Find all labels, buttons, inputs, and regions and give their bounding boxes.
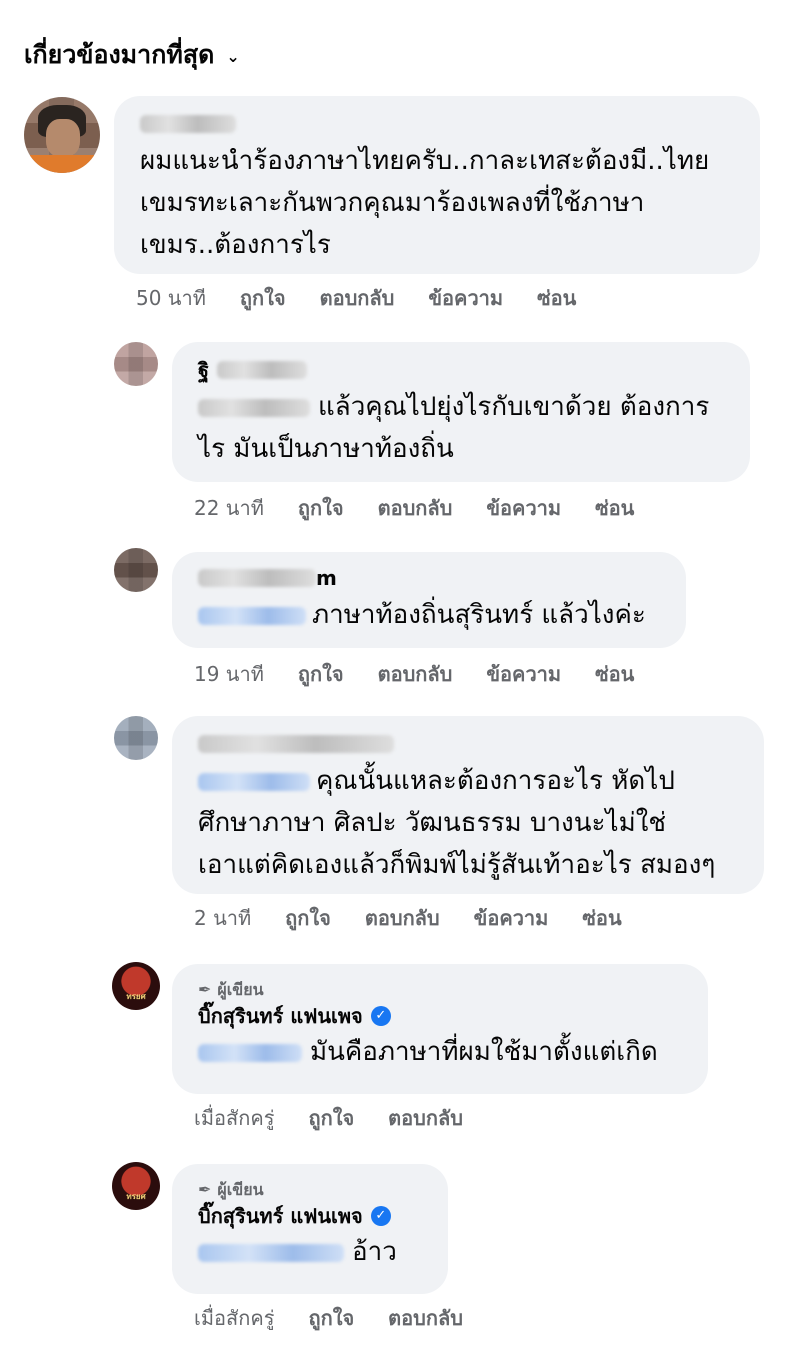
author-tag: ✒ ผู้เขียน	[198, 978, 686, 1002]
avatar[interactable]	[114, 342, 158, 386]
avatar[interactable]	[114, 716, 158, 760]
comment-body: มันคือภาษาที่ผมใช้มาตั้งแต่เกิด	[310, 1037, 658, 1067]
message-button[interactable]: ข้อความ	[486, 494, 561, 522]
commenter-name[interactable]	[198, 730, 742, 758]
comment-text: มันคือภาษาที่ผมใช้มาตั้งแต่เกิด	[198, 1032, 686, 1072]
reply-button[interactable]: ตอบกลับ	[365, 904, 440, 932]
comment-text: คุณนั้นแหละต้องการอะไร หัดไป ศึกษาภาษา ศ…	[198, 760, 742, 886]
commenter-name[interactable]: m	[198, 564, 664, 592]
comment-actions: 19 นาที ถูกใจ ตอบกลับ ข้อความ ซ่อน	[194, 660, 634, 688]
comment-time[interactable]: 22 นาที	[194, 494, 264, 522]
mention-link[interactable]	[198, 1043, 302, 1062]
avatar-label: ทรยศ	[126, 992, 146, 1001]
like-button[interactable]: ถูกใจ	[298, 494, 344, 522]
sort-label: เกี่ยวข้องมากที่สุด	[24, 40, 215, 69]
verified-badge-icon: ✓	[370, 1006, 391, 1026]
mention-link[interactable]	[198, 1243, 344, 1262]
comment-actions: 50 นาที ถูกใจ ตอบกลับ ข้อความ ซ่อน	[136, 284, 576, 312]
message-button[interactable]: ข้อความ	[428, 284, 503, 312]
comment-actions: เมื่อสักครู่ ถูกใจ ตอบกลับ	[194, 1304, 463, 1332]
reply-button[interactable]: ตอบกลับ	[378, 660, 453, 688]
comment-time[interactable]: 2 นาที	[194, 904, 251, 932]
comment-time[interactable]: เมื่อสักครู่	[194, 1104, 274, 1132]
hide-button[interactable]: ซ่อน	[582, 904, 621, 932]
comment-text: แล้วคุณไปยุ่งไรกับเขาด้วย ต้องการไร มันเ…	[198, 386, 728, 470]
comment-bubble: ฐิ แล้วคุณไปยุ่งไรกับเขาด้วย ต้องการไร ม…	[172, 342, 750, 482]
page-avatar[interactable]: ทรยศ	[112, 1162, 160, 1210]
author-tag: ✒ ผู้เขียน	[198, 1178, 426, 1202]
avatar[interactable]	[114, 548, 158, 592]
comment-bubble: ✒ ผู้เขียน บิ๊กสุรินทร์ แฟนเพจ ✓ มันคือภ…	[172, 964, 708, 1094]
avatar-label: ทรยศ	[126, 1192, 146, 1201]
comment-body-rest: ศึกษาภาษา ศิลปะ วัฒนธรรม บางนะไม่ใช่ เอา…	[198, 808, 716, 880]
author-tag-label: ผู้เขียน	[217, 980, 264, 999]
comment-actions: 22 นาที ถูกใจ ตอบกลับ ข้อความ ซ่อน	[194, 494, 634, 522]
commenter-name[interactable]: ฐิ	[198, 356, 728, 384]
author-tag-label: ผู้เขียน	[217, 1180, 264, 1199]
name-fragment: m	[316, 566, 337, 590]
like-button[interactable]: ถูกใจ	[308, 1104, 354, 1132]
like-button[interactable]: ถูกใจ	[240, 284, 286, 312]
pen-icon: ✒	[198, 1180, 212, 1199]
comment-body: ภาษาท้องถิ่นสุรินทร์ แล้วไงค่ะ	[312, 600, 646, 630]
mention-blurred[interactable]	[198, 398, 310, 417]
commenter-name[interactable]	[140, 110, 738, 138]
reply-button[interactable]: ตอบกลับ	[378, 494, 453, 522]
comment-time[interactable]: 50 นาที	[136, 284, 206, 312]
like-button[interactable]: ถูกใจ	[298, 660, 344, 688]
comment-bubble: m ภาษาท้องถิ่นสุรินทร์ แล้วไงค่ะ	[172, 552, 686, 648]
comment-time[interactable]: เมื่อสักครู่	[194, 1304, 274, 1332]
message-button[interactable]: ข้อความ	[486, 660, 561, 688]
page-name-text: บิ๊กสุรินทร์ แฟนเพจ	[198, 1004, 363, 1028]
mention-link[interactable]	[198, 772, 310, 791]
page-name[interactable]: บิ๊กสุรินทร์ แฟนเพจ ✓	[198, 1202, 426, 1230]
reply-button[interactable]: ตอบกลับ	[320, 284, 395, 312]
chevron-down-icon: ⌄	[226, 46, 240, 66]
comment-text: ภาษาท้องถิ่นสุรินทร์ แล้วไงค่ะ	[198, 594, 664, 636]
comment-body-line1: คุณนั้นแหละต้องการอะไร หัดไป	[316, 766, 675, 796]
verified-badge-icon: ✓	[370, 1206, 391, 1226]
comment-time[interactable]: 19 นาที	[194, 660, 264, 688]
mention-link[interactable]	[198, 606, 306, 625]
comment-bubble: ✒ ผู้เขียน บิ๊กสุรินทร์ แฟนเพจ ✓ อ้าว	[172, 1164, 448, 1294]
like-button[interactable]: ถูกใจ	[285, 904, 331, 932]
hide-button[interactable]: ซ่อน	[595, 660, 634, 688]
comment-text: อ้าว	[198, 1232, 426, 1272]
message-button[interactable]: ข้อความ	[474, 904, 549, 932]
hide-button[interactable]: ซ่อน	[537, 284, 576, 312]
comment-body: อ้าว	[352, 1237, 397, 1267]
like-button[interactable]: ถูกใจ	[308, 1304, 354, 1332]
comment-bubble: ผมแนะนำร้องภาษาไทยครับ..กาละเทสะต้องมี..…	[114, 96, 760, 274]
pen-icon: ✒	[198, 980, 212, 999]
comment-text: ผมแนะนำร้องภาษาไทยครับ..กาละเทสะต้องมี..…	[140, 146, 710, 260]
page-name[interactable]: บิ๊กสุรินทร์ แฟนเพจ ✓	[198, 1002, 686, 1030]
reply-button[interactable]: ตอบกลับ	[388, 1304, 463, 1332]
comment-actions: เมื่อสักครู่ ถูกใจ ตอบกลับ	[194, 1104, 463, 1132]
comment-actions: 2 นาที ถูกใจ ตอบกลับ ข้อความ ซ่อน	[194, 904, 622, 932]
reply-button[interactable]: ตอบกลับ	[388, 1104, 463, 1132]
comment-sort-dropdown[interactable]: เกี่ยวข้องมากที่สุด ⌄	[24, 36, 240, 74]
page-avatar[interactable]: ทรยศ	[112, 962, 160, 1010]
comment-bubble: คุณนั้นแหละต้องการอะไร หัดไป ศึกษาภาษา ศ…	[172, 716, 764, 894]
page-name-text: บิ๊กสุรินทร์ แฟนเพจ	[198, 1204, 363, 1228]
hide-button[interactable]: ซ่อน	[595, 494, 634, 522]
avatar[interactable]	[24, 97, 100, 173]
name-fragment: ฐิ	[198, 358, 210, 382]
